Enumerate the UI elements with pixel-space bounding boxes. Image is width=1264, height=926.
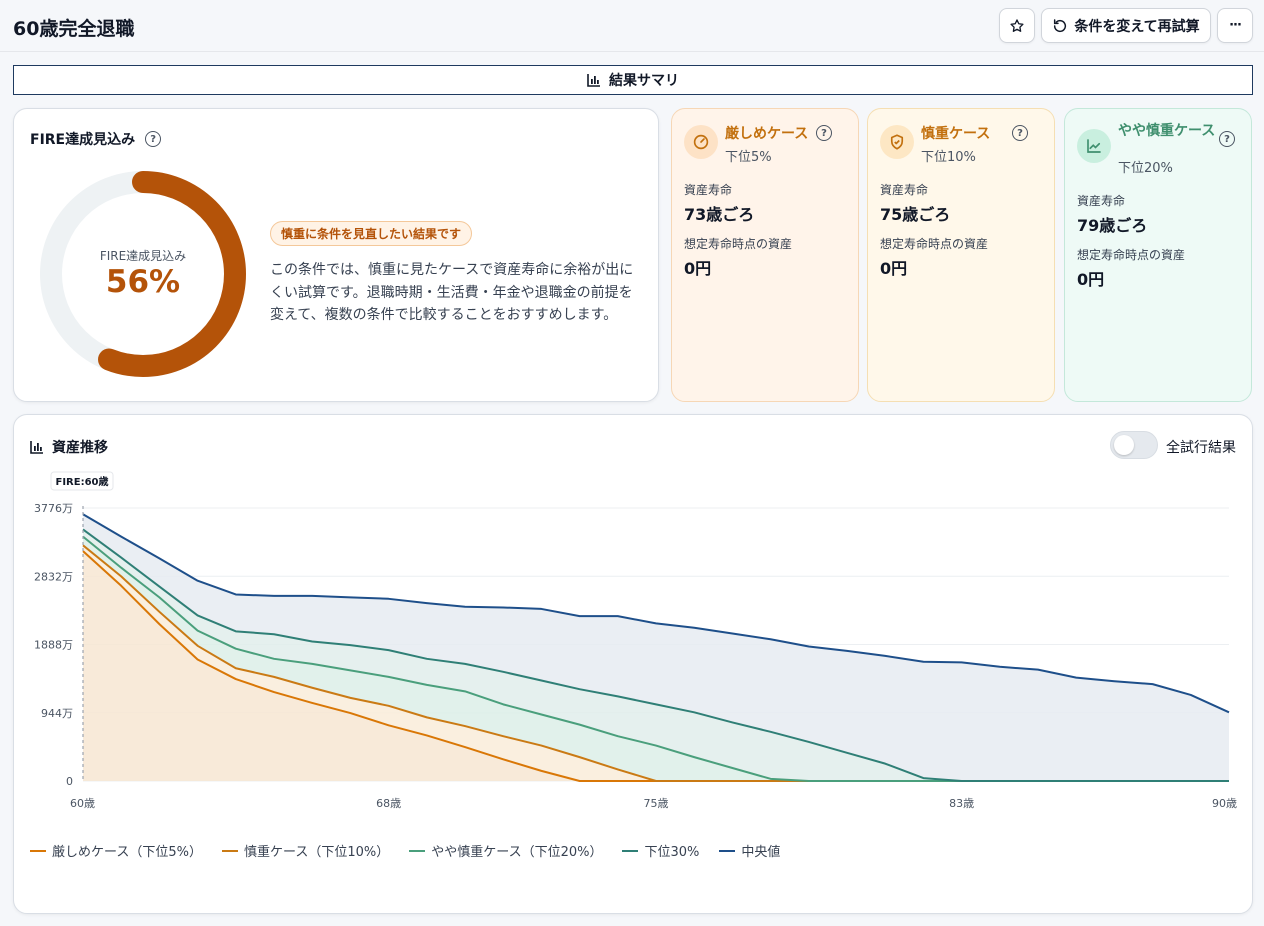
case-percentile: 下位10% [921,150,976,165]
fire-card-header: FIRE達成見込み ? [30,129,162,149]
retry-button[interactable]: 条件を変えて再試算 [1041,8,1211,43]
x-tick-label: 83歳 [949,797,974,810]
y-tick-label: 944万 [41,707,73,720]
asset-at-life-value: 0円 [684,259,712,278]
legend-item[interactable]: やや慎重ケース（下位20%） [409,841,602,860]
x-tick-label: 60歳 [70,797,95,810]
case-card-cautious: 慎重ケース 下位10% ? 資産寿命 75歳ごろ 想定寿命時点の資産 0円 [867,108,1055,402]
asset-life-value: 73歳ごろ [684,205,755,224]
legend-label: 厳しめケース（下位5%） [52,845,202,860]
more-icon: ··· [1229,18,1242,33]
asset-life-value: 75歳ごろ [880,205,951,224]
legend-swatch [622,849,639,852]
favorite-button[interactable] [999,8,1035,43]
tab-label: 結果サマリ [609,73,679,89]
refresh-icon [1054,18,1067,32]
trend-chart-icon [1077,129,1111,163]
fire-donut-chart: FIRE達成見込み 56% [38,169,248,379]
legend-item[interactable]: 中央値 [719,841,780,860]
legend-label: 慎重ケース（下位10%） [243,845,390,860]
asset-at-life-label: 想定寿命時点の資産 [880,237,989,251]
status-badge: 慎重に条件を見直したい結果です [270,221,473,246]
legend-swatch [409,849,426,852]
asset-at-life-label: 想定寿命時点の資産 [684,237,793,251]
y-tick-label: 3776万 [34,502,73,515]
legend-item[interactable]: 厳しめケース（下位5%） [30,841,202,860]
asset-at-life-value: 0円 [880,259,908,278]
legend-swatch [30,849,46,852]
fire-card-title: FIRE達成見込み [30,132,136,148]
gauge-icon [684,125,718,159]
legend-label: 中央値 [741,845,781,860]
legend-label: 下位30% [644,845,700,860]
fire-description: この条件では、慎重に見たケースで資産寿命に余裕が出にくい試算です。退職時期・生活… [270,262,634,323]
asset-life-label: 資産寿命 [880,183,929,197]
help-icon[interactable]: ? [1219,131,1235,147]
case-percentile: 下位5% [725,150,772,165]
star-icon [1010,18,1024,32]
tab-result-summary[interactable]: 結果サマリ [13,65,1253,95]
asset-at-life-label: 想定寿命時点の資産 [1077,248,1186,262]
y-tick-label: 1888万 [34,639,73,652]
retry-button-label: 条件を変えて再試算 [1074,18,1200,35]
y-tick-label: 0 [66,775,73,788]
legend-swatch [221,849,238,852]
help-icon[interactable]: ? [1012,125,1028,141]
bar-chart-icon [587,74,600,87]
asset-at-life-value: 0円 [1077,270,1105,289]
case-percentile: 下位20% [1118,161,1173,176]
asset-life-value: 79歳ごろ [1077,216,1148,235]
help-icon[interactable]: ? [145,131,162,147]
page-header: 60歳完全退職 条件を変えて再試算 ··· [0,0,1264,52]
x-tick-label: 68歳 [376,797,401,810]
case-card-slightly-cautious: やや慎重ケース 下位20% ? 資産寿命 79歳ごろ 想定寿命時点の資産 0円 [1064,108,1252,402]
case-name: やや慎重ケース [1118,123,1216,139]
shield-icon [880,125,914,159]
fire-probability-card: FIRE達成見込み ? FIRE達成見込み 56% 慎重に条件を見直したい結果で… [13,108,659,402]
asset-trend-card: 資産推移 全試行結果 0 944万 1888万 2832万 3776万 60歳 68歳 75歳… [13,414,1253,914]
case-name: 厳しめケース [725,126,809,142]
fire-marker-label: FIRE:60歳 [56,475,109,488]
legend-swatch [719,849,736,852]
x-tick-label: 90歳 [1212,797,1237,810]
legend-item[interactable]: 慎重ケース（下位10%） [221,841,390,860]
help-icon[interactable]: ? [816,125,832,141]
case-name: 慎重ケース [921,126,991,142]
donut-value: 56% [105,264,181,300]
chart-legend: 厳しめケース（下位5%） 慎重ケース（下位10%） やや慎重ケース（下位20%） 下位… [30,841,780,860]
x-tick-label: 75歳 [644,797,669,810]
page-title: 60歳完全退職 [13,18,135,40]
legend-item[interactable]: 下位30% [622,841,699,860]
asset-life-label: 資産寿命 [684,183,733,197]
asset-life-label: 資産寿命 [1077,194,1126,208]
asset-trend-chart: 0 944万 1888万 2832万 3776万 60歳 68歳 75歳 83歳 90歳 FIRE:… [34,471,1237,810]
y-tick-label: 2832万 [34,570,73,583]
legend-label: やや慎重ケース（下位20%） [431,845,603,860]
case-card-severe: 厳しめケース 下位5% ? 資産寿命 73歳ごろ 想定寿命時点の資産 0円 [671,108,859,402]
donut-label: FIRE達成見込み [99,249,187,263]
more-menu-button[interactable]: ··· [1217,8,1253,43]
